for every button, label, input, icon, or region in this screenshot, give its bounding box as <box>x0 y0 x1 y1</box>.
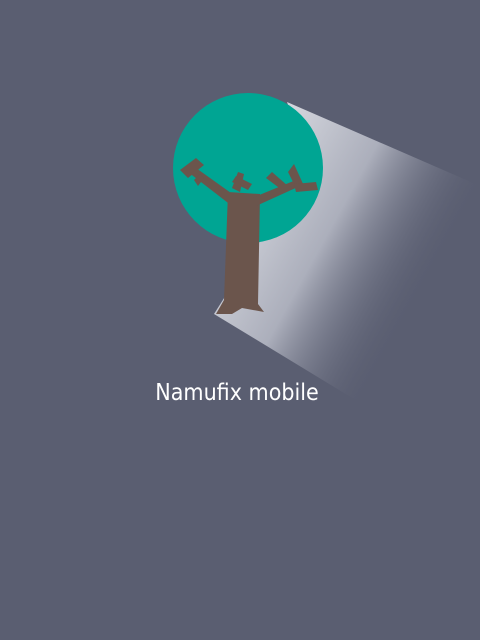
tree-with-light-beam-icon <box>173 93 480 410</box>
splash-screen: Namufix mobile <box>0 0 480 640</box>
app-title: Namufix mobile <box>155 380 319 406</box>
